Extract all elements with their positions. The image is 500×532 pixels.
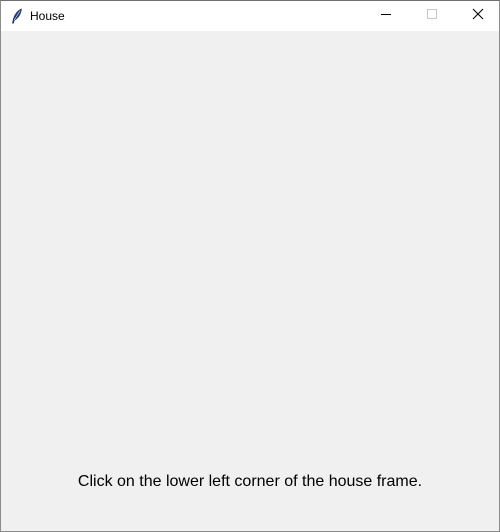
- window-title: House: [30, 9, 65, 23]
- close-button[interactable]: [455, 1, 500, 31]
- title-bar[interactable]: House: [1, 1, 499, 31]
- feather-icon: [11, 8, 23, 24]
- minimize-icon: [380, 7, 392, 25]
- maximize-button[interactable]: [409, 1, 455, 31]
- minimize-button[interactable]: [363, 1, 409, 31]
- app-window: House Click on the lower left corner of …: [0, 0, 500, 532]
- instruction-text: Click on the lower left corner of the ho…: [77, 473, 423, 490]
- maximize-icon: [426, 7, 438, 25]
- close-icon: [472, 7, 484, 25]
- drawing-canvas[interactable]: Click on the lower left corner of the ho…: [1, 31, 499, 531]
